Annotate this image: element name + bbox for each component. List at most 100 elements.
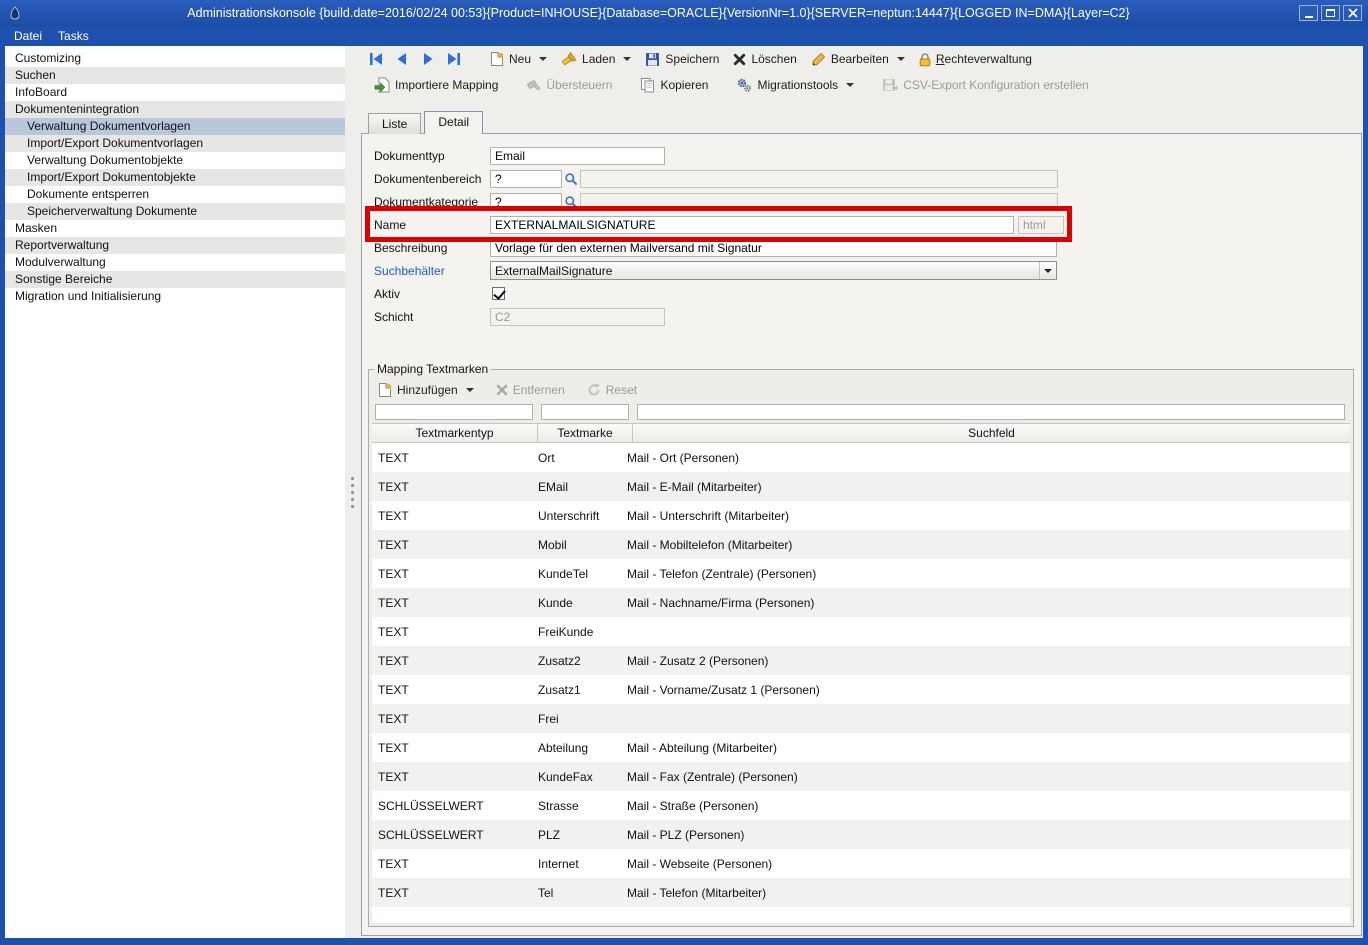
speichern-button[interactable]: Speichern [639, 49, 725, 70]
hinzufuegen-dropdown-icon[interactable] [466, 388, 474, 392]
bearbeiten-button[interactable]: Bearbeiten [805, 49, 911, 70]
table-row[interactable]: TEXTInternetMail - Webseite (Personen) [372, 849, 1350, 878]
aktiv-label: Aktiv [374, 287, 490, 301]
laden-button[interactable]: Laden [555, 48, 637, 70]
table-cell: Mail - PLZ (Personen) [621, 828, 1350, 842]
table-row[interactable]: TEXTMobilMail - Mobiltelefon (Mitarbeite… [372, 530, 1350, 559]
sidebar-item-verwaltung-dokumentvorlagen[interactable]: Verwaltung Dokumentvorlagen [5, 118, 345, 135]
dokumentenbereich-input[interactable] [490, 170, 562, 188]
detail-panel: Dokumenttyp Dokumentenbereich Dokumentka… [361, 133, 1362, 936]
next-record-icon[interactable] [416, 49, 440, 69]
neu-dropdown-icon[interactable] [539, 57, 547, 61]
table-row[interactable]: TEXTKundeFaxMail - Fax (Zentrale) (Perso… [372, 762, 1350, 791]
hinzufuegen-button[interactable]: Hinzufügen [374, 380, 478, 400]
dokumenttyp-input[interactable] [490, 147, 665, 165]
chevron-down-icon[interactable] [1039, 262, 1056, 279]
tab-detail[interactable]: Detail [424, 111, 483, 134]
sidebar-item-sonstige-bereiche[interactable]: Sonstige Bereiche [5, 271, 345, 288]
search-icon[interactable] [564, 172, 578, 186]
rechteverwaltung-label: Rechteverwaltung [936, 52, 1032, 66]
bearbeiten-dropdown-icon[interactable] [897, 57, 905, 61]
sidebar-item-infoboard[interactable]: InfoBoard [5, 84, 345, 101]
first-record-icon[interactable] [364, 49, 388, 69]
menu-item-tasks[interactable]: Tasks [50, 27, 97, 45]
sidebar-item-dokumentenintegration[interactable]: Dokumentenintegration [5, 101, 345, 118]
loeschen-button[interactable]: Löschen [727, 49, 802, 69]
table-row[interactable]: TEXTKundeTelMail - Telefon (Zentrale) (P… [372, 559, 1350, 588]
maximize-icon[interactable] [1321, 5, 1340, 21]
app-icon [6, 6, 24, 20]
table-cell: Unterschrift [532, 509, 621, 523]
table-cell: SCHLÜSSELWERT [372, 828, 532, 842]
dokumentkategorie-input[interactable] [490, 193, 562, 211]
table-row[interactable]: TEXTEMailMail - E-Mail (Mitarbeiter) [372, 472, 1350, 501]
table-cell: Mail - E-Mail (Mitarbeiter) [621, 480, 1350, 494]
uebersteuern-button[interactable]: Übersteuern [520, 75, 618, 96]
filter-textmarkentyp-input[interactable] [375, 404, 533, 420]
sidebar-item-reportverwaltung[interactable]: Reportverwaltung [5, 237, 345, 254]
sidebar-item-suchen[interactable]: Suchen [5, 67, 345, 84]
sidebar-item-migration-und-initialisierung[interactable]: Migration und Initialisierung [5, 288, 345, 305]
tab-liste[interactable]: Liste [368, 113, 421, 134]
remove-x-icon [496, 384, 508, 396]
filter-textmarke-input[interactable] [541, 404, 629, 420]
kopieren-button[interactable]: Kopieren [634, 74, 714, 96]
close-icon[interactable] [1343, 5, 1362, 21]
migrationstools-dropdown-icon[interactable] [846, 83, 854, 87]
table-cell: TEXT [372, 625, 532, 639]
menu-item-datei[interactable]: Datei [6, 27, 50, 45]
sidebar-item-import-export-dokumentvorlagen[interactable]: Import/Export Dokumentvorlagen [5, 135, 345, 152]
name-input[interactable] [490, 216, 1014, 234]
sidebar-item-customizing[interactable]: Customizing [5, 50, 345, 67]
migrationstools-button[interactable]: Migrationstools [730, 74, 860, 96]
sidebar-item-modulverwaltung[interactable]: Modulverwaltung [5, 254, 345, 271]
minimize-icon[interactable] [1299, 5, 1318, 21]
table-row[interactable]: TEXTOrtMail - Ort (Personen) [372, 443, 1350, 472]
aktiv-checkbox[interactable] [492, 287, 505, 300]
importiere-mapping-button[interactable]: Importiere Mapping [368, 74, 504, 96]
hinzufuegen-label: Hinzufügen [397, 383, 458, 397]
table-cell: Zusatz2 [532, 654, 621, 668]
column-header-suchfeld[interactable]: Suchfeld [633, 424, 1350, 442]
csv-export-button[interactable]: CSV-Export Konfiguration erstellen [876, 75, 1094, 96]
table-row[interactable]: TEXTTelMail - Telefon (Mitarbeiter) [372, 878, 1350, 907]
table-row[interactable]: TEXTKundeMail - Nachname/Firma (Personen… [372, 588, 1350, 617]
sidebar-item-speicherverwaltung-dokumente[interactable]: Speicherverwaltung Dokumente [5, 203, 345, 220]
table-row[interactable]: TEXTAbteilungMail - Abteilung (Mitarbeit… [372, 733, 1350, 762]
column-header-textmarkentyp[interactable]: Textmarkentyp [372, 424, 538, 442]
laden-dropdown-icon[interactable] [623, 57, 631, 61]
filter-suchfeld-input[interactable] [637, 404, 1345, 420]
neu-label: Neu [509, 52, 531, 66]
table-row[interactable]: TEXTFreiKunde [372, 617, 1350, 646]
sidebar-item-dokumente-entsperren[interactable]: Dokumente entsperren [5, 186, 345, 203]
rechteverwaltung-button[interactable]: Rechteverwaltung [913, 49, 1038, 70]
table-row[interactable]: TEXTUnterschriftMail - Unterschrift (Mit… [372, 501, 1350, 530]
entfernen-button[interactable]: Entfernen [492, 381, 569, 399]
table-row[interactable]: TEXTZusatz1Mail - Vorname/Zusatz 1 (Pers… [372, 675, 1350, 704]
reset-button[interactable]: Reset [583, 381, 641, 399]
table-cell: Mail - Abteilung (Mitarbeiter) [621, 741, 1350, 755]
table-cell: TEXT [372, 509, 532, 523]
splitter-handle[interactable] [345, 46, 360, 938]
table-row[interactable]: TEXTFrei [372, 704, 1350, 733]
delete-x-icon [733, 53, 746, 66]
table-row[interactable]: SCHLÜSSELWERTStrasseMail - Straße (Perso… [372, 791, 1350, 820]
search-icon[interactable] [564, 195, 578, 209]
table-row[interactable]: SCHLÜSSELWERTPLZMail - PLZ (Personen) [372, 820, 1350, 849]
sidebar-item-masken[interactable]: Masken [5, 220, 345, 237]
new-document-icon [490, 51, 504, 67]
table-cell: TEXT [372, 654, 532, 668]
previous-record-icon[interactable] [390, 49, 414, 69]
aktiv-row: Aktiv [374, 282, 1347, 305]
pencil-icon [811, 52, 826, 67]
sidebar-item-verwaltung-dokumentobjekte[interactable]: Verwaltung Dokumentobjekte [5, 152, 345, 169]
beschreibung-input[interactable] [490, 239, 1057, 257]
column-header-textmarke[interactable]: Textmarke [538, 424, 633, 442]
suchbehaelter-select[interactable]: ExternalMailSignature [490, 261, 1057, 280]
suchbehaelter-label[interactable]: Suchbehälter [374, 264, 490, 278]
last-record-icon[interactable] [442, 49, 466, 69]
splitter-grip-icon [351, 477, 354, 508]
neu-button[interactable]: Neu [484, 48, 553, 70]
table-row[interactable]: TEXTZusatz2Mail - Zusatz 2 (Personen) [372, 646, 1350, 675]
sidebar-item-import-export-dokumentobjekte[interactable]: Import/Export Dokumentobjekte [5, 169, 345, 186]
